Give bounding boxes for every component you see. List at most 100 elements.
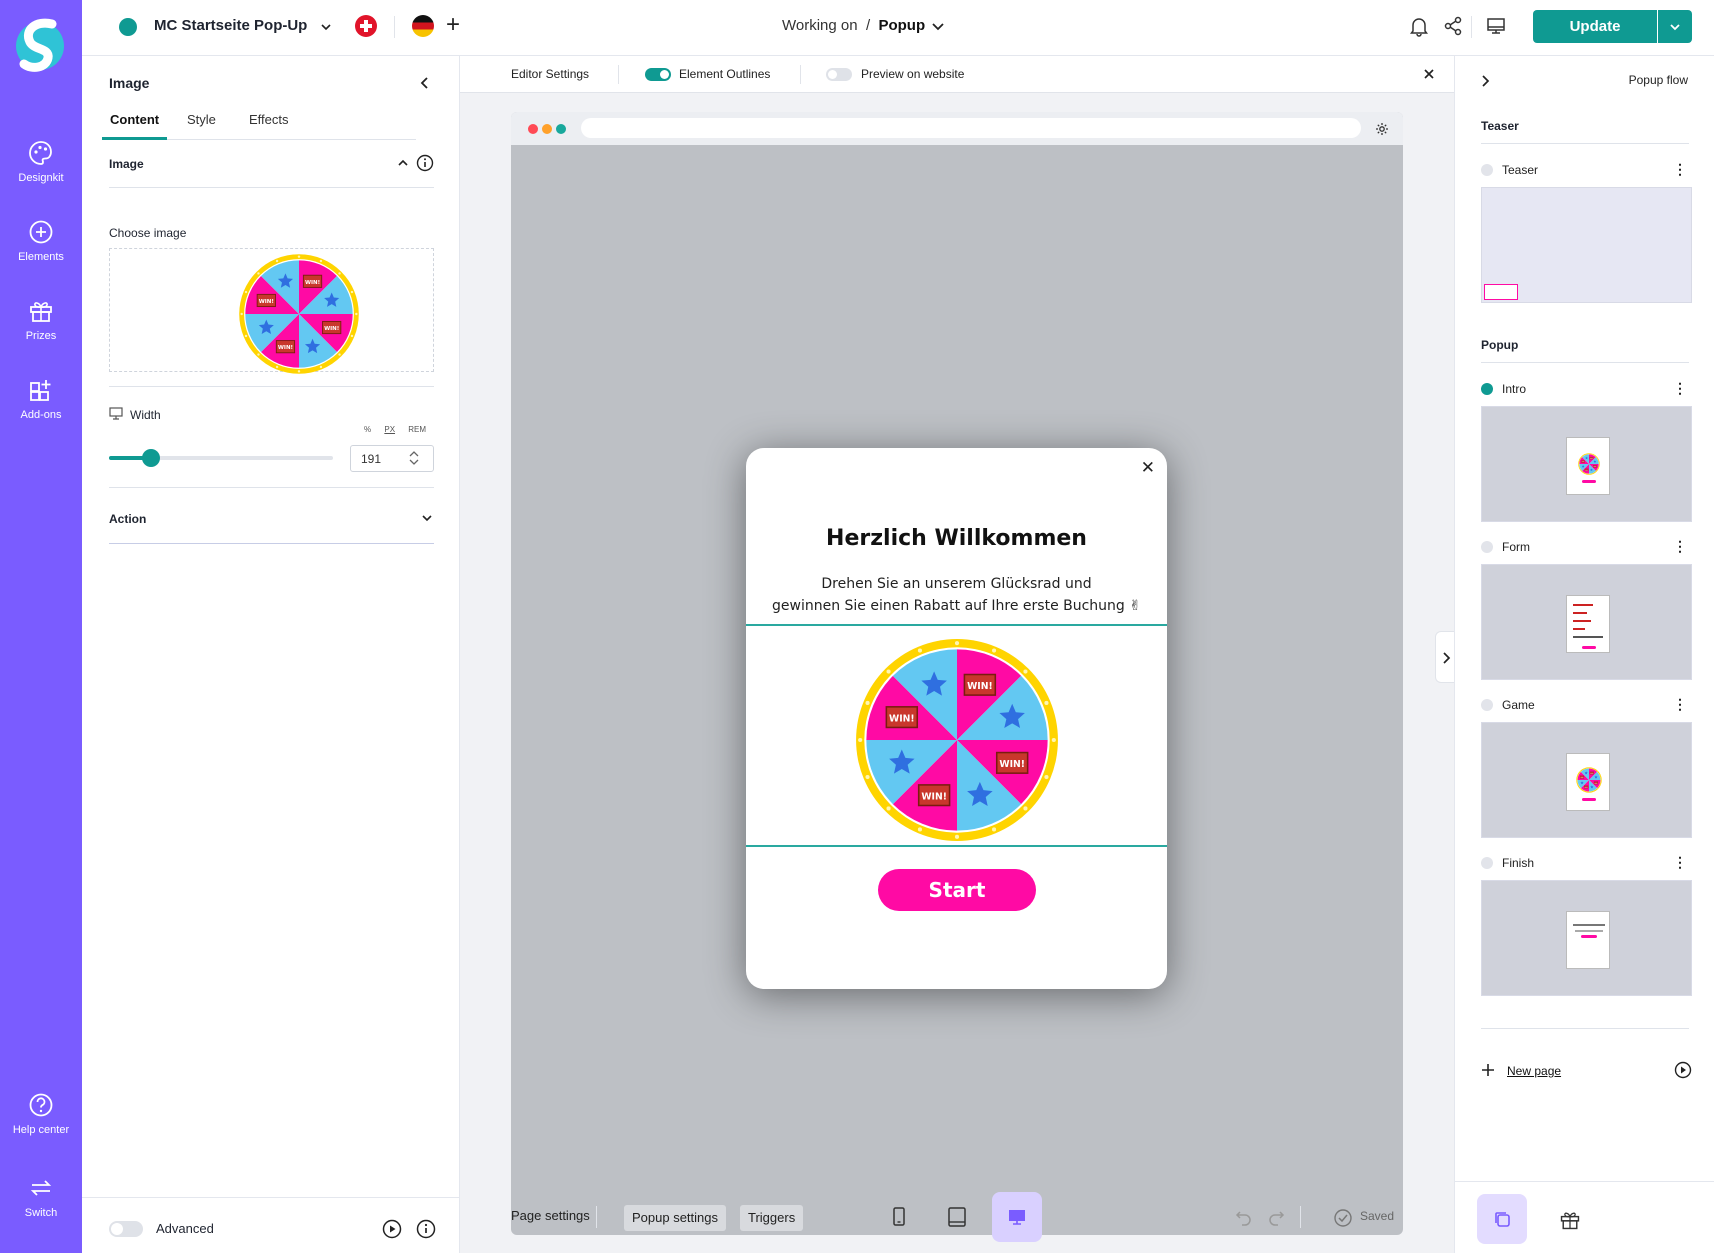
tab-style[interactable]: Style [179, 112, 224, 140]
page-name: Teaser [1502, 163, 1539, 177]
mini-line [1573, 604, 1593, 606]
unit-px[interactable]: PX [384, 425, 395, 434]
page-thumbnail-intro[interactable]: WIN! WIN! WIN! WIN! [1481, 406, 1692, 522]
close-icon[interactable] [1422, 67, 1436, 81]
page-settings-button[interactable]: Page settings [511, 1208, 590, 1223]
tab-content[interactable]: Content [102, 112, 168, 140]
group-teaser-title: Teaser [1481, 119, 1519, 133]
chevron-down-icon[interactable] [420, 511, 434, 525]
add-language-button[interactable]: + [446, 12, 460, 38]
mini-line [1573, 612, 1587, 614]
stepper-arrows-icon[interactable] [407, 448, 421, 468]
popup-close-icon[interactable]: ✕ [1141, 458, 1155, 478]
right-panel-toggle[interactable] [1435, 631, 1455, 683]
element-settings-panel: Image Content Style Effects Image Choose… [82, 56, 460, 1253]
page-row-intro[interactable]: Intro ⋮ [1481, 379, 1689, 399]
pages-view-button[interactable] [1477, 1194, 1527, 1244]
rail-item-help-center[interactable]: Help center [0, 1092, 82, 1136]
more-options-icon[interactable]: ⋮ [1673, 160, 1687, 178]
update-dropdown-button[interactable] [1658, 10, 1692, 43]
rail-item-designkit[interactable]: Designkit [0, 140, 82, 184]
gift-icon [30, 302, 52, 322]
project-name[interactable]: MC Startseite Pop-Up [154, 17, 307, 34]
rail-item-switch[interactable]: Switch [0, 1175, 82, 1219]
svg-text:WIN!: WIN! [324, 326, 339, 332]
tablet-view-icon[interactable] [946, 1206, 968, 1228]
wheel-of-fortune-image[interactable]: WIN! WIN! WIN! WIN! [854, 637, 1060, 843]
undo-icon[interactable] [1234, 1208, 1254, 1228]
gift-icon[interactable] [1559, 1209, 1581, 1231]
popup-title[interactable]: Herzlich Willkommen [746, 526, 1167, 551]
page-row-teaser[interactable]: Teaser ⋮ [1481, 160, 1689, 180]
mobile-view-icon[interactable] [889, 1206, 909, 1228]
chevron-right-icon[interactable] [1479, 74, 1491, 88]
width-input[interactable]: 191 [350, 445, 434, 472]
element-outlines-toggle[interactable] [645, 68, 671, 81]
more-options-icon[interactable]: ⋮ [1673, 695, 1687, 713]
rail-item-addons[interactable]: Add-ons [0, 377, 82, 421]
win-basket-icon: WIN! [302, 274, 323, 288]
popup-preview[interactable]: ✕ Herzlich Willkommen Drehen Sie an unse… [746, 448, 1167, 989]
popup-flow-title: Popup flow [1628, 73, 1688, 87]
german-flag-icon[interactable] [412, 15, 434, 37]
popup-settings-button[interactable]: Popup settings [624, 1205, 727, 1231]
image-dropzone[interactable]: WIN! WIN! WIN! WIN! [109, 248, 434, 375]
unit-percent[interactable]: % [364, 425, 371, 434]
info-icon[interactable] [416, 1219, 436, 1239]
triggers-button[interactable]: Triggers [740, 1205, 804, 1231]
page-status-dot [1481, 164, 1493, 176]
more-options-icon[interactable]: ⋮ [1673, 537, 1687, 555]
page-row-game[interactable]: Game ⋮ [1481, 695, 1689, 715]
popup-start-button[interactable]: Start [878, 869, 1036, 911]
width-slider-thumb[interactable] [142, 449, 160, 467]
share-icon[interactable] [1442, 15, 1464, 37]
breadcrumb-current[interactable]: Popup [878, 17, 925, 34]
plus-icon[interactable] [1481, 1063, 1495, 1077]
swiss-flag-icon[interactable] [355, 15, 377, 37]
browser-chrome [511, 112, 1403, 145]
page-thumbnail-game[interactable]: WIN! WIN! WIN! WIN! [1481, 722, 1692, 838]
chevron-up-icon[interactable] [396, 156, 410, 170]
chevron-down-icon [1670, 24, 1680, 31]
play-icon[interactable] [382, 1219, 402, 1239]
chevron-down-icon[interactable] [319, 20, 333, 34]
desktop-preview-icon[interactable] [1485, 15, 1507, 37]
play-icon[interactable] [1674, 1061, 1692, 1079]
divider [394, 16, 395, 38]
desktop-view-button[interactable] [992, 1192, 1042, 1242]
section-image-label[interactable]: Image [109, 157, 144, 171]
rail-item-elements[interactable]: Elements [0, 219, 82, 263]
editor-settings-label[interactable]: Editor Settings [511, 67, 589, 81]
app-logo-icon[interactable] [16, 16, 66, 76]
wheel-thumbnail-image[interactable]: WIN! WIN! WIN! WIN! [238, 253, 360, 375]
rail-item-prizes[interactable]: Prizes [0, 298, 82, 342]
more-options-icon[interactable]: ⋮ [1673, 853, 1687, 871]
more-options-icon[interactable]: ⋮ [1673, 379, 1687, 397]
gear-icon[interactable] [1375, 122, 1389, 136]
info-icon[interactable] [416, 154, 434, 172]
bell-icon[interactable] [1408, 15, 1430, 37]
unit-rem[interactable]: REM [408, 425, 426, 434]
advanced-toggle[interactable] [109, 1221, 143, 1237]
page-row-form[interactable]: Form ⋮ [1481, 537, 1689, 557]
collapse-panel-icon[interactable] [418, 76, 432, 90]
popup-description[interactable]: Drehen Sie an unserem Glücksrad und gewi… [766, 573, 1147, 617]
update-button[interactable]: Update [1533, 10, 1657, 43]
redo-icon[interactable] [1266, 1208, 1286, 1228]
chevron-down-icon[interactable] [931, 20, 945, 34]
new-page-link[interactable]: New page [1507, 1064, 1561, 1078]
divider [109, 187, 434, 188]
svg-text:WIN!: WIN! [921, 791, 947, 802]
win-basket-icon: WIN! [917, 784, 951, 807]
rail-label: Elements [18, 251, 64, 263]
page-thumbnail-form[interactable] [1481, 564, 1692, 680]
section-action-label[interactable]: Action [109, 512, 146, 526]
page-row-finish[interactable]: Finish ⋮ [1481, 853, 1689, 873]
page-status-dot [1481, 699, 1493, 711]
settings-tabs: Content Style Effects [102, 112, 416, 140]
selected-image-element[interactable]: WIN! WIN! WIN! WIN! [746, 624, 1167, 847]
tab-effects[interactable]: Effects [241, 112, 297, 140]
page-thumbnail-teaser[interactable] [1481, 187, 1692, 303]
preview-on-website-toggle[interactable] [826, 68, 852, 81]
page-thumbnail-finish[interactable] [1481, 880, 1692, 996]
